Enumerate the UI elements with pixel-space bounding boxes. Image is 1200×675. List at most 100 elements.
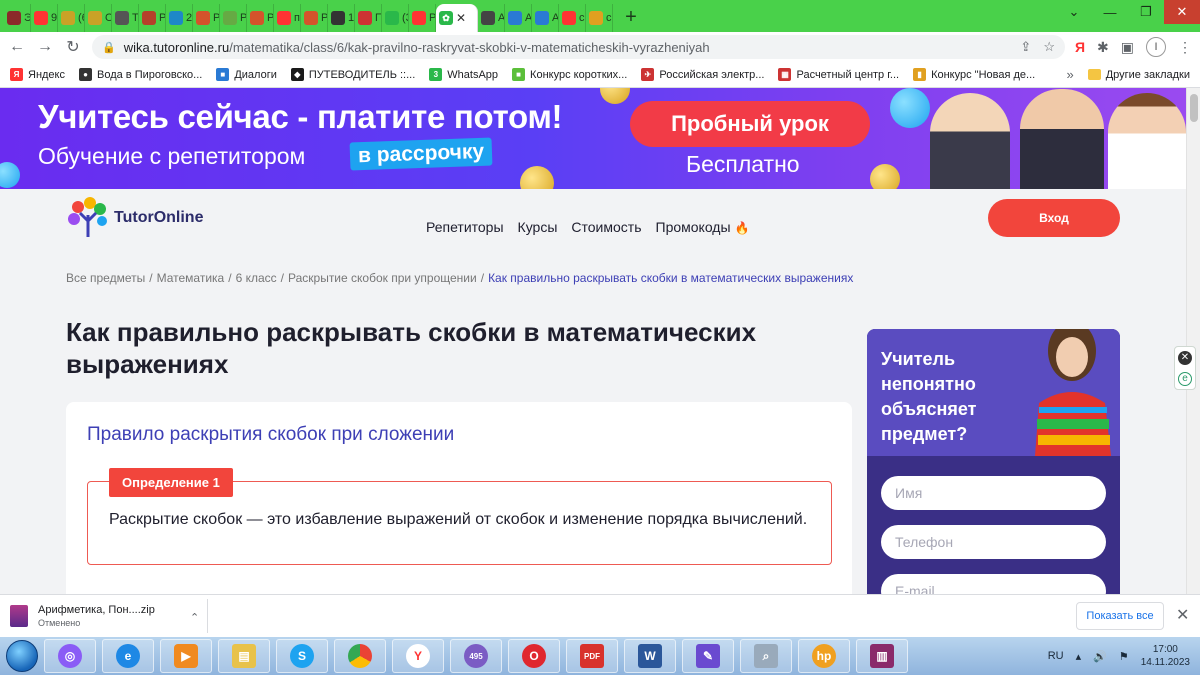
yandex-extension-icon[interactable]: Я	[1075, 39, 1085, 55]
browser-menu-icon[interactable]: ⋮	[1178, 39, 1192, 56]
download-item[interactable]: Арифметика, Пон....zip Отменено ⌃	[10, 599, 208, 633]
taskbar-yandex[interactable]: Y	[392, 639, 444, 673]
taskbar-alice[interactable]: ◎	[44, 639, 96, 673]
close-widget-icon[interactable]: ✕	[1178, 350, 1192, 365]
other-bookmarks-folder[interactable]: Другие закладки	[1087, 69, 1190, 81]
browser-tab[interactable]: Ар	[478, 4, 505, 32]
browser-tab[interactable]: Ар	[505, 4, 532, 32]
browser-tab[interactable]: Ра	[193, 4, 220, 32]
start-button[interactable]	[6, 640, 38, 672]
browser-tab[interactable]: Ре	[139, 4, 166, 32]
taskbar-chrome[interactable]	[334, 639, 386, 673]
taskbar-explorer[interactable]: ▤	[218, 639, 270, 673]
browser-tab[interactable]: Ос	[85, 4, 112, 32]
taskbar-opera[interactable]: O	[508, 639, 560, 673]
new-tab-button[interactable]: +	[619, 4, 643, 32]
bookmark-item[interactable]: ● Вода в Пироговско...	[79, 68, 202, 81]
profile-avatar[interactable]: I	[1146, 37, 1166, 57]
menu-item-pricing[interactable]: Стоимость	[571, 219, 641, 235]
browser-tab[interactable]: Ар	[532, 4, 559, 32]
tray-arrow-icon[interactable]: ▴	[1076, 650, 1082, 663]
browser-tab[interactable]: По	[355, 4, 382, 32]
network-icon[interactable]: ⚑	[1119, 650, 1129, 663]
close-download-bar-icon[interactable]: ✕	[1176, 605, 1189, 625]
taskbar-ie[interactable]: e	[102, 639, 154, 673]
back-button[interactable]: ←	[8, 38, 26, 56]
close-window-button[interactable]: ✕	[1164, 0, 1200, 24]
browser-tab[interactable]: Ра	[247, 4, 274, 32]
grammarly-icon[interactable]: e	[1178, 371, 1192, 386]
bookmarks-bar: Я Яндекс ● Вода в Пироговско... ■ Диалоги ◆ ПУТ…	[0, 62, 1200, 88]
volume-icon[interactable]: 🔊	[1093, 650, 1107, 663]
bookmark-star-icon[interactable]: ☆	[1043, 39, 1055, 55]
browser-tab[interactable]: Эл	[4, 4, 31, 32]
breadcrumb-item[interactable]: 6 класс	[236, 271, 277, 285]
address-bar[interactable]: 🔒 wika.tutoronline.ru/matematika/class/6…	[92, 35, 1065, 59]
taskbar-winrar[interactable]: ▥	[856, 639, 908, 673]
tab-label: Ре	[159, 12, 166, 24]
taskbar-notes[interactable]: ✎	[682, 639, 734, 673]
bookmark-item[interactable]: 3 WhatsApp	[429, 68, 498, 81]
chevron-down-icon[interactable]: ⌄	[1056, 0, 1092, 24]
browser-tab[interactable]: 91	[31, 4, 58, 32]
language-indicator[interactable]: RU	[1048, 650, 1064, 662]
bookmark-item[interactable]: ▮ Конкурс "Новая де...	[913, 68, 1035, 81]
browser-tab[interactable]: пр	[274, 4, 301, 32]
close-tab-icon[interactable]: ✕	[456, 11, 466, 25]
browser-tab[interactable]: се	[559, 4, 586, 32]
menu-item-courses[interactable]: Курсы	[518, 219, 558, 235]
trial-lesson-button[interactable]: Пробный урок	[630, 101, 870, 147]
browser-tab[interactable]: (3)	[382, 4, 409, 32]
browser-tab[interactable]: 10	[328, 4, 355, 32]
bookmark-item[interactable]: Я Яндекс	[10, 68, 65, 81]
taskbar-hp[interactable]: hp	[798, 639, 850, 673]
taskbar-word[interactable]: W	[624, 639, 676, 673]
breadcrumb-item[interactable]: Математика	[157, 271, 225, 285]
taskbar-search[interactable]: ⌕	[740, 639, 792, 673]
tab-favicon-icon	[277, 11, 291, 25]
browser-tab[interactable]: Ра	[220, 4, 247, 32]
clock[interactable]: 17:00 14.11.2023	[1141, 643, 1190, 669]
bookmark-item[interactable]: ◆ ПУТЕВОДИТЕЛЬ ::...	[290, 68, 415, 81]
bookmark-item[interactable]: ■ Конкурс коротких...	[512, 68, 627, 81]
browser-tab[interactable]: Та	[112, 4, 139, 32]
browser-tab[interactable]: 20	[166, 4, 193, 32]
chevron-up-icon[interactable]: ⌃	[190, 611, 199, 624]
email-input[interactable]: E-mail	[881, 574, 1106, 594]
breadcrumb: Все предметы / Математика/6 класс / Раскрыти…	[66, 271, 853, 285]
banner-subline: Обучение с репетитором	[38, 143, 306, 169]
bookmarks-more-button[interactable]: »	[1066, 67, 1073, 82]
login-button[interactable]: Вход	[988, 199, 1120, 237]
bookmark-item[interactable]: ▦ Расчетный центр г...	[778, 68, 899, 81]
menu-item-promocodes[interactable]: Промокоды 🔥	[656, 219, 750, 235]
browser-tab[interactable]: се	[586, 4, 613, 32]
breadcrumb-item[interactable]: Все предметы	[66, 271, 145, 285]
browser-tab[interactable]: (6	[58, 4, 85, 32]
name-input[interactable]: Имя	[881, 476, 1106, 510]
reload-button[interactable]: ↻	[64, 37, 82, 57]
browser-tab[interactable]: Ра	[301, 4, 328, 32]
page-scrollbar[interactable]	[1186, 88, 1200, 594]
taskbar-viber[interactable]: 495	[450, 639, 502, 673]
side-panel-icon[interactable]: ▣	[1121, 39, 1134, 56]
browser-tab-active[interactable]: ✿ ✕	[436, 4, 478, 32]
minimize-button[interactable]: —	[1092, 0, 1128, 24]
scrollbar-thumb[interactable]	[1190, 94, 1198, 122]
bookmark-item[interactable]: ✈ Российская электр...	[641, 68, 764, 81]
maximize-button[interactable]: ❐	[1128, 0, 1164, 24]
show-all-downloads-button[interactable]: Показать все	[1076, 602, 1164, 630]
extensions-puzzle-icon[interactable]: ✱	[1097, 39, 1109, 56]
breadcrumb-item[interactable]: Раскрытие скобок при упрощении	[288, 271, 477, 285]
menu-item-tutors[interactable]: Репетиторы	[426, 219, 504, 235]
phone-input[interactable]: Телефон	[881, 525, 1106, 559]
share-icon[interactable]: ⇪	[1020, 39, 1031, 55]
site-logo[interactable]: TutorOnline	[66, 197, 203, 239]
taskbar-skype[interactable]: S	[276, 639, 328, 673]
forward-button[interactable]: →	[36, 38, 54, 56]
bookmark-item[interactable]: ■ Диалоги	[216, 68, 277, 81]
lock-icon[interactable]: 🔒	[102, 41, 116, 54]
browser-tab[interactable]: Ра	[409, 4, 436, 32]
taskbar-pdf[interactable]: PDF	[566, 639, 618, 673]
taskbar-media[interactable]: ▶	[160, 639, 212, 673]
promo-banner[interactable]: Учитесь сейчас - платите потом! Обучение…	[0, 88, 1186, 189]
